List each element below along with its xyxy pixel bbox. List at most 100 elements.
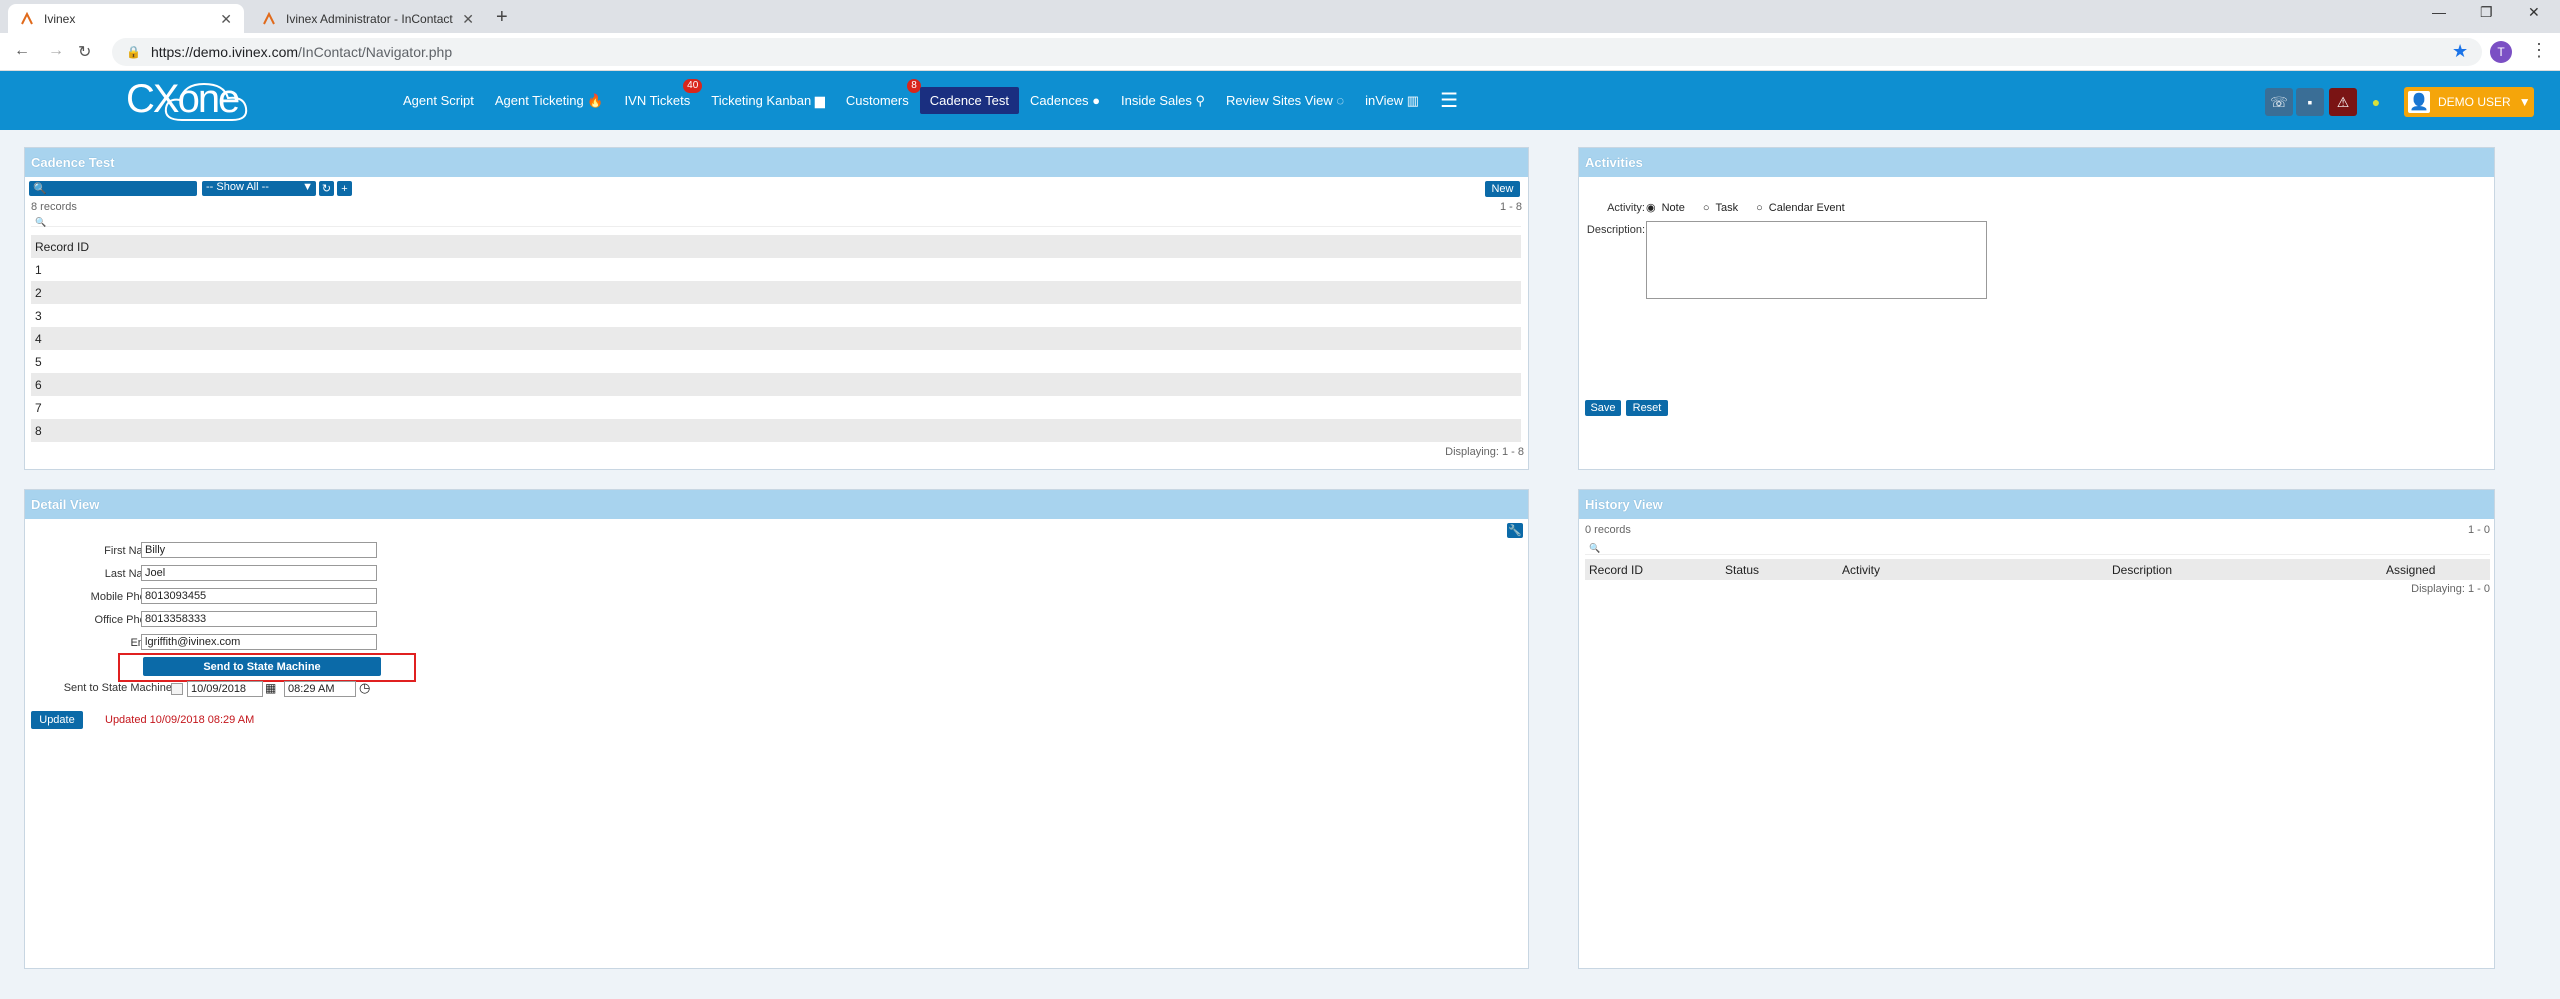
caret-down-icon: ▼ [2518,95,2531,109]
nav-label: Inside Sales [1121,92,1192,108]
sent-label: Sent to State Machine: [63,682,175,694]
radio-note[interactable]: ◉ [1646,201,1656,214]
calendar-icon[interactable]: ▦ [265,681,276,695]
close-window-icon[interactable]: ✕ [2528,4,2540,21]
nav-cadences[interactable]: Cadences ● [1020,87,1110,114]
minimize-icon[interactable]: — [2432,4,2446,20]
nav-ivn-tickets[interactable]: IVN Tickets 40 [615,79,703,114]
nav-inview[interactable]: inView ▥ [1355,87,1429,115]
refresh-button[interactable]: ↻ [319,181,334,196]
column-header[interactable]: Assigned [2386,563,2435,577]
sent-time-field[interactable]: 08:29 AM [284,681,356,697]
send-to-state-machine-button[interactable]: Send to State Machine [143,657,381,676]
nav-label: Review Sites View [1226,93,1333,108]
chat-bubble-icon[interactable]: ▪ [2296,88,2324,116]
filter-search-icon: 🔍 [35,217,47,227]
first-name-field[interactable]: Billy [141,542,377,558]
column-filter-row[interactable]: 🔍 [1585,540,2490,555]
reset-button[interactable]: Reset [1626,400,1668,416]
browser-menu-icon[interactable]: ⋮ [2530,40,2548,61]
clock-icon[interactable]: ◷ [359,680,370,696]
nav-agent-ticketing[interactable]: Agent Ticketing 🔥 [485,87,614,115]
panel-title: Activities [1579,148,2494,177]
tab-title: Ivinex [44,11,76,26]
nav-ticketing-kanban[interactable]: Ticketing Kanban ▆ [701,87,835,115]
user-menu-button[interactable]: 👤 DEMO USER ▼ [2404,87,2534,117]
activity-options: ◉ Note ○ Task ○ Calendar Event [1646,201,1845,215]
table-row[interactable]: 1 [31,258,1521,281]
column-header[interactable]: Description [2112,563,2172,577]
column-header[interactable]: Status [1725,563,1759,577]
radio-task[interactable]: ○ [1703,202,1710,214]
nav-agent-script[interactable]: Agent Script [393,87,484,114]
column-header[interactable]: Record ID [1589,563,1643,577]
records-count: 8 records [31,201,77,213]
activities-panel: Activities Activity: ◉ Note ○ Task ○ Calend… [1578,147,2495,470]
column-header[interactable]: Activity [1842,563,1880,577]
description-textarea[interactable] [1646,221,1987,299]
main-nav: Agent Script Agent Ticketing 🔥 IVN Ticke… [393,71,1458,130]
nav-cadence-test[interactable]: Cadence Test [919,87,1020,114]
panel-title: History View [1579,490,2494,519]
warning-icon[interactable]: ⚠ [2329,88,2357,116]
save-button[interactable]: Save [1585,400,1621,416]
sent-date-field[interactable]: 10/09/2018 [187,681,263,697]
column-filter-row[interactable]: 🔍 [31,214,1521,227]
email-field[interactable]: lgriffith@ivinex.com [141,634,377,650]
table-row[interactable]: 3 [31,304,1521,327]
option-label: Calendar Event [1768,201,1845,214]
restore-icon[interactable]: ❐ [2480,4,2493,21]
column-header[interactable]: Record ID [31,235,1521,258]
caret-down-icon: ▼ [302,181,313,193]
hamburger-menu-icon[interactable]: ☰ [1440,88,1458,113]
forward-arrow-icon[interactable]: → [48,42,64,60]
detail-panel: Detail View 🔧 First Name: Billy Last Nam… [24,489,1529,969]
filter-select[interactable]: -- Show All -- ▼ [202,181,316,196]
filter-value: -- Show All -- [206,181,269,193]
table-row[interactable]: 2 [31,281,1521,304]
profile-avatar[interactable]: T [2490,41,2512,63]
url-input[interactable]: 🔒 https://demo.ivinex.com/InContact/Navi… [112,38,2482,66]
status-dot-icon[interactable]: ● [2362,88,2390,116]
drop-icon: ● [1092,93,1101,108]
radio-calendar-event[interactable]: ○ [1756,202,1763,214]
search-input[interactable]: 🔍 [29,181,197,196]
new-tab-icon[interactable]: + [496,6,508,29]
mobile-phone-field[interactable]: 8013093455 [141,588,377,604]
display-footer: Displaying: 1 - 0 [2411,583,2490,595]
office-phone-field[interactable]: 8013358333 [141,611,377,627]
browser-tab-admin[interactable]: Ivinex Administrator - InContact ✕ [250,4,486,33]
back-arrow-icon[interactable]: ← [14,42,30,60]
nav-label: Agent Ticketing [494,92,584,108]
new-button[interactable]: New [1485,181,1520,197]
table-row[interactable]: 7 [31,396,1521,419]
close-tab-icon[interactable]: ✕ [462,11,474,28]
nav-customers[interactable]: Customers 8 [836,79,921,114]
nav-review-sites-view[interactable]: Review Sites View ◌ [1216,87,1354,114]
nav-inside-sales[interactable]: Inside Sales ⚲ [1111,87,1215,115]
option-label: Note [1661,201,1685,214]
table-row[interactable]: 4 [31,327,1521,350]
close-tab-icon[interactable]: ✕ [220,11,232,28]
bookmark-star-icon[interactable]: ★ [2452,41,2468,62]
phone-icon[interactable]: ☏ [2265,88,2293,116]
sent-checkbox[interactable] [171,683,183,695]
updated-status: Updated 10/09/2018 08:29 AM [105,714,255,726]
lock-icon: 🔒 [126,45,141,59]
refresh-icon: ↻ [321,183,332,195]
last-name-field[interactable]: Joel [141,565,377,581]
settings-button[interactable]: 🔧 [1507,523,1523,538]
update-button[interactable]: Update [31,711,83,729]
reload-icon[interactable]: ↻ [78,42,91,62]
search-icon: 🔍 [33,183,47,195]
logo-text: CXone [126,77,240,121]
table-row[interactable]: 8 [31,419,1521,442]
table-row[interactable]: 5 [31,350,1521,373]
chart-icon: ▥ [1406,92,1420,108]
app-navbar: CXone Agent Script Agent Ticketing 🔥 IVN… [0,71,2560,130]
browser-tab-ivinex[interactable]: Ivinex ✕ [8,4,244,33]
table-row[interactable]: 6 [31,373,1521,396]
chat-icon: ◌ [1336,93,1345,108]
add-button[interactable]: + [337,181,352,196]
wrench-icon: 🔧 [1508,525,1522,537]
